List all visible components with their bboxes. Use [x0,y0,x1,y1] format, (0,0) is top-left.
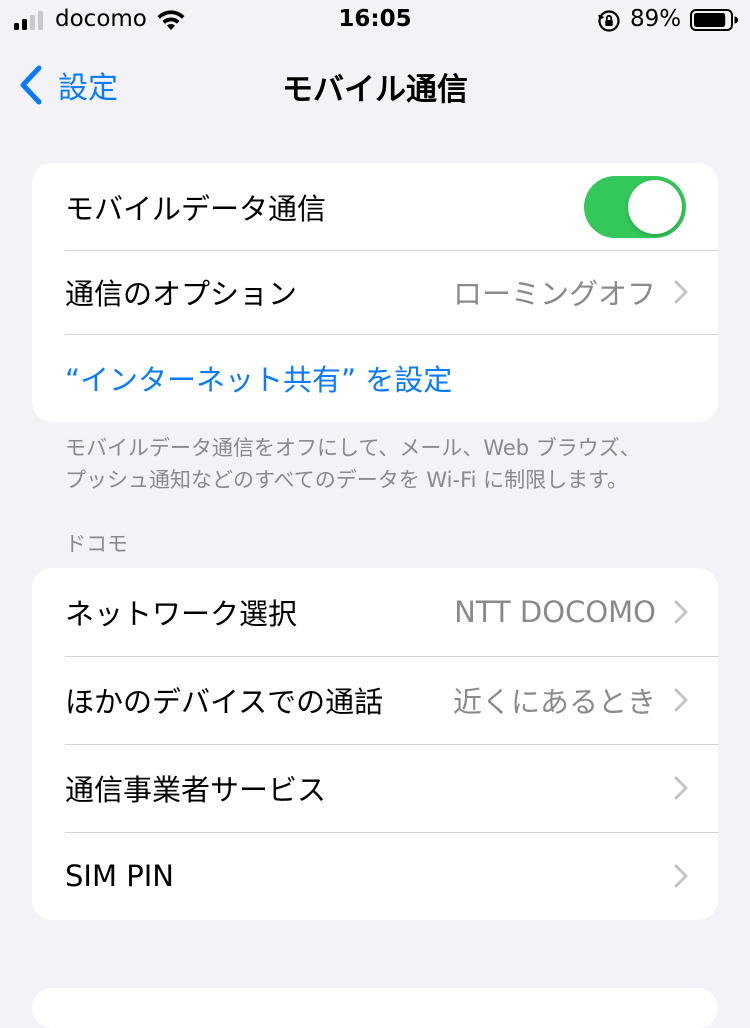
calls-on-other-devices-value: 近くにあるとき [452,685,656,719]
status-bar: docomo 16:05 89% [0,0,750,42]
footer-line-2: プッシュ通知などのすべてのデータを Wi-Fi に制限します。 [65,468,629,492]
chevron-right-icon [674,600,688,624]
carrier-group: ネットワーク選択 NTT DOCOMO ほかのデバイスでの通話 近くにあるとき … [32,568,718,920]
carrier-services-label: 通信事業者サービス [65,773,327,807]
battery-percent: 89% [630,6,682,32]
data-options-label: 通信のオプション [65,277,298,311]
hotspot-setup-link[interactable]: “インターネット共有” を設定 [65,357,452,399]
sim-pin-row[interactable]: SIM PIN [32,832,718,920]
section-header-docomo: ドコモ [65,532,128,556]
chevron-right-icon [674,776,688,800]
orientation-lock-icon [598,10,620,32]
calls-on-other-devices-label: ほかのデバイスでの通話 [65,685,384,719]
mobile-data-footer: モバイルデータ通信をオフにして、メール、Web ブラウズ、 プッシュ通知などのす… [65,432,705,496]
network-selection-label: ネットワーク選択 [65,597,298,631]
mobile-data-toggle[interactable] [584,176,686,238]
chevron-right-icon [674,280,688,304]
chevron-right-icon [674,688,688,712]
carrier-services-row[interactable]: 通信事業者サービス [32,744,718,832]
mobile-data-group: モバイルデータ通信 通信のオプション ローミングオフ “インターネット共有” を… [32,163,718,422]
page-title: モバイル通信 [282,72,468,108]
chevron-right-icon [674,864,688,888]
sim-pin-label: SIM PIN [65,859,174,893]
navigation-bar: 設定 モバイル通信 [0,42,750,130]
footer-line-1: モバイルデータ通信をオフにして、メール、Web ブラウズ、 [65,436,641,460]
mobile-data-row: モバイルデータ通信 [32,163,718,250]
next-group-partial [32,988,718,1028]
data-options-value: ローミングオフ [452,277,656,311]
network-selection-value: NTT DOCOMO [454,595,656,629]
calls-on-other-devices-row[interactable]: ほかのデバイスでの通話 近くにあるとき [32,656,718,744]
network-selection-row[interactable]: ネットワーク選択 NTT DOCOMO [32,568,718,656]
battery-icon [690,9,738,31]
toggle-knob [628,180,682,234]
data-options-row[interactable]: 通信のオプション ローミングオフ [32,250,718,334]
hotspot-setup-row[interactable]: “インターネット共有” を設定 [32,334,718,422]
